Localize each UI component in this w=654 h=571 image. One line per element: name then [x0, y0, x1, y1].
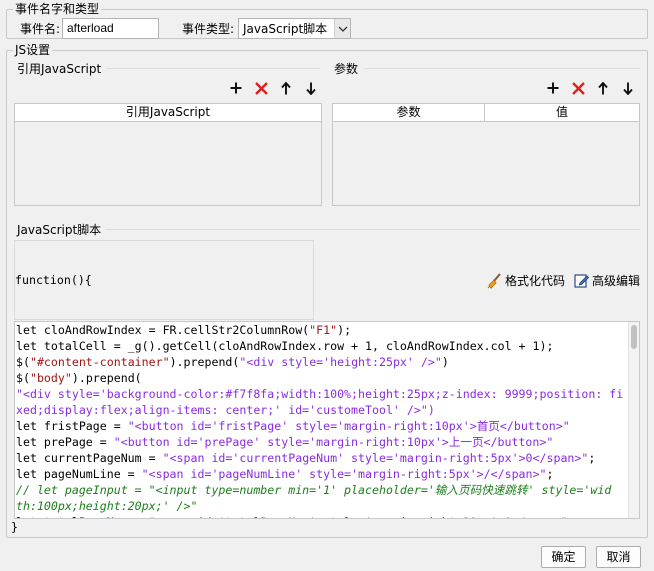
event-group-title: 事件名字和类型: [13, 2, 102, 16]
arrow-down-icon: [306, 82, 316, 95]
code-token: let totalPageNum =: [16, 515, 149, 518]
code-token: "<span id='currentPageNum' style='margin…: [162, 451, 589, 465]
code-token: ;: [588, 451, 596, 465]
params-title-rule: [364, 68, 640, 69]
ref-move-up-button[interactable]: [276, 78, 296, 98]
edit-icon: [574, 274, 589, 288]
code-token: "<div style='height:25px' />": [239, 355, 442, 369]
code-line: xed;display:flex;align-items: center;' i…: [15, 402, 639, 418]
advanced-edit-label: 高级编辑: [592, 274, 641, 288]
code-line: let totalCell = _g().getCell(cloAndRowIn…: [15, 338, 639, 354]
code-line: th:100px;height:20px;' />": [15, 498, 639, 514]
code-line: let fristPage = "<button id='fristPage' …: [15, 418, 639, 434]
param-move-down-button[interactable]: [618, 78, 638, 98]
ref-js-column-header: 引用JavaScript: [125, 105, 211, 119]
param-add-button[interactable]: [543, 78, 563, 98]
ref-move-down-button[interactable]: [301, 78, 321, 98]
delete-x-icon: [254, 81, 268, 95]
js-script-title-rule: [105, 229, 640, 230]
code-token: let currentPageNum =: [16, 451, 163, 465]
closing-brace: }: [11, 520, 18, 534]
code-line: let totalPageNum = "<span id='totalPageN…: [15, 514, 639, 518]
code-token: let fristPage =: [16, 419, 128, 433]
code-line: $("#content-container").prepend("<div st…: [15, 354, 639, 370]
code-token: let totalCell = _g().getCell(cloAndRowIn…: [16, 339, 554, 353]
params-section-title: 参数: [334, 62, 359, 76]
code-line: "<div style='background-color:#f7f8fa;wi…: [15, 386, 639, 402]
code-token: "F1": [309, 323, 338, 337]
code-token: let prePage =: [16, 435, 114, 449]
code-token: $(: [16, 355, 30, 369]
code-token: "<span id='pageNumLine' style='margin-ri…: [141, 467, 547, 481]
code-token: ;: [546, 467, 554, 481]
code-line: let pageNumLine = "<span id='pageNumLine…: [15, 466, 639, 482]
code-editor[interactable]: let cloAndRowIndex = FR.cellStr2ColumnRo…: [14, 321, 640, 519]
code-token: "<button id='fristPage' style='margin-ri…: [127, 419, 570, 433]
plus-icon: [547, 82, 559, 94]
code-token: "<span id='totalPageNum' style='margin-r…: [149, 515, 568, 518]
function-header: function(){: [15, 273, 92, 287]
ref-delete-button[interactable]: [251, 78, 271, 98]
ref-js-section-title: 引用JavaScript: [17, 62, 102, 76]
code-line: let currentPageNum = "<span id='currentP…: [15, 450, 639, 466]
arrow-up-icon: [598, 81, 608, 94]
event-name-label: 事件名:: [20, 22, 61, 36]
params-table[interactable]: 参数 值: [332, 103, 640, 206]
code-line: let cloAndRowIndex = FR.cellStr2ColumnRo…: [15, 322, 639, 338]
code-token: ;: [567, 515, 574, 518]
chevron-down-icon[interactable]: [334, 19, 350, 38]
ok-button[interactable]: 确定: [541, 546, 586, 568]
arrow-down-icon: [623, 82, 633, 95]
code-token: ): [441, 355, 449, 369]
code-line: $("body").prepend(: [15, 370, 639, 386]
event-type-value: JavaScript脚本: [243, 22, 328, 36]
code-token: ).prepend(: [169, 355, 240, 369]
event-type-select[interactable]: JavaScript脚本: [238, 18, 351, 39]
ref-js-title-rule: [106, 68, 320, 69]
js-script-section-title: JavaScript脚本: [17, 223, 102, 237]
code-token: let pageNumLine =: [16, 467, 142, 481]
param-name-column-header: 参数: [333, 104, 485, 121]
ref-add-button[interactable]: [226, 78, 246, 98]
params-table-header: 参数 值: [333, 104, 639, 122]
param-move-up-button[interactable]: [593, 78, 613, 98]
broom-icon: [487, 272, 501, 289]
code-token: "<button id='prePage' style='margin-righ…: [113, 435, 554, 449]
code-token: "<div style='background-color:#f7f8fa;wi…: [16, 387, 624, 401]
code-line: let prePage = "<button id='prePage' styl…: [15, 434, 639, 450]
code-token: th:100px;height:20px;' />": [16, 499, 198, 513]
param-delete-button[interactable]: [568, 78, 588, 98]
ref-js-table[interactable]: 引用JavaScript: [14, 103, 322, 206]
param-value-column-header: 值: [555, 105, 568, 119]
cancel-button[interactable]: 取消: [596, 546, 641, 568]
event-name-input[interactable]: afterload: [62, 18, 159, 39]
code-token: xed;display:flex;align-items: center;' i…: [16, 403, 435, 417]
code-token: );: [337, 323, 352, 337]
code-token: $(: [16, 371, 30, 385]
code-token: ).prepend(: [71, 371, 142, 385]
event-type-label: 事件类型:: [182, 22, 235, 36]
format-code-button[interactable]: 格式化代码: [486, 272, 565, 289]
code-lines: let cloAndRowIndex = FR.cellStr2ColumnRo…: [15, 322, 639, 518]
code-scrollbar[interactable]: [628, 322, 639, 518]
plus-icon: [230, 82, 242, 94]
ref-js-table-header: 引用JavaScript: [15, 104, 321, 122]
js-settings-title: JS设置: [13, 43, 53, 57]
code-token: "#content-container": [29, 355, 170, 369]
code-line: // let pageInput = "<input type=number m…: [15, 482, 639, 498]
advanced-edit-button[interactable]: 高级编辑: [574, 272, 640, 289]
arrow-up-icon: [281, 81, 291, 94]
code-token: let cloAndRowIndex = FR.cellStr2ColumnRo…: [16, 323, 310, 337]
code-token: // let pageInput = "<input type=number m…: [16, 483, 612, 497]
delete-x-icon: [571, 81, 585, 95]
code-scrollbar-thumb[interactable]: [631, 325, 637, 349]
code-token: "body": [29, 371, 72, 385]
format-code-label: 格式化代码: [505, 274, 566, 288]
